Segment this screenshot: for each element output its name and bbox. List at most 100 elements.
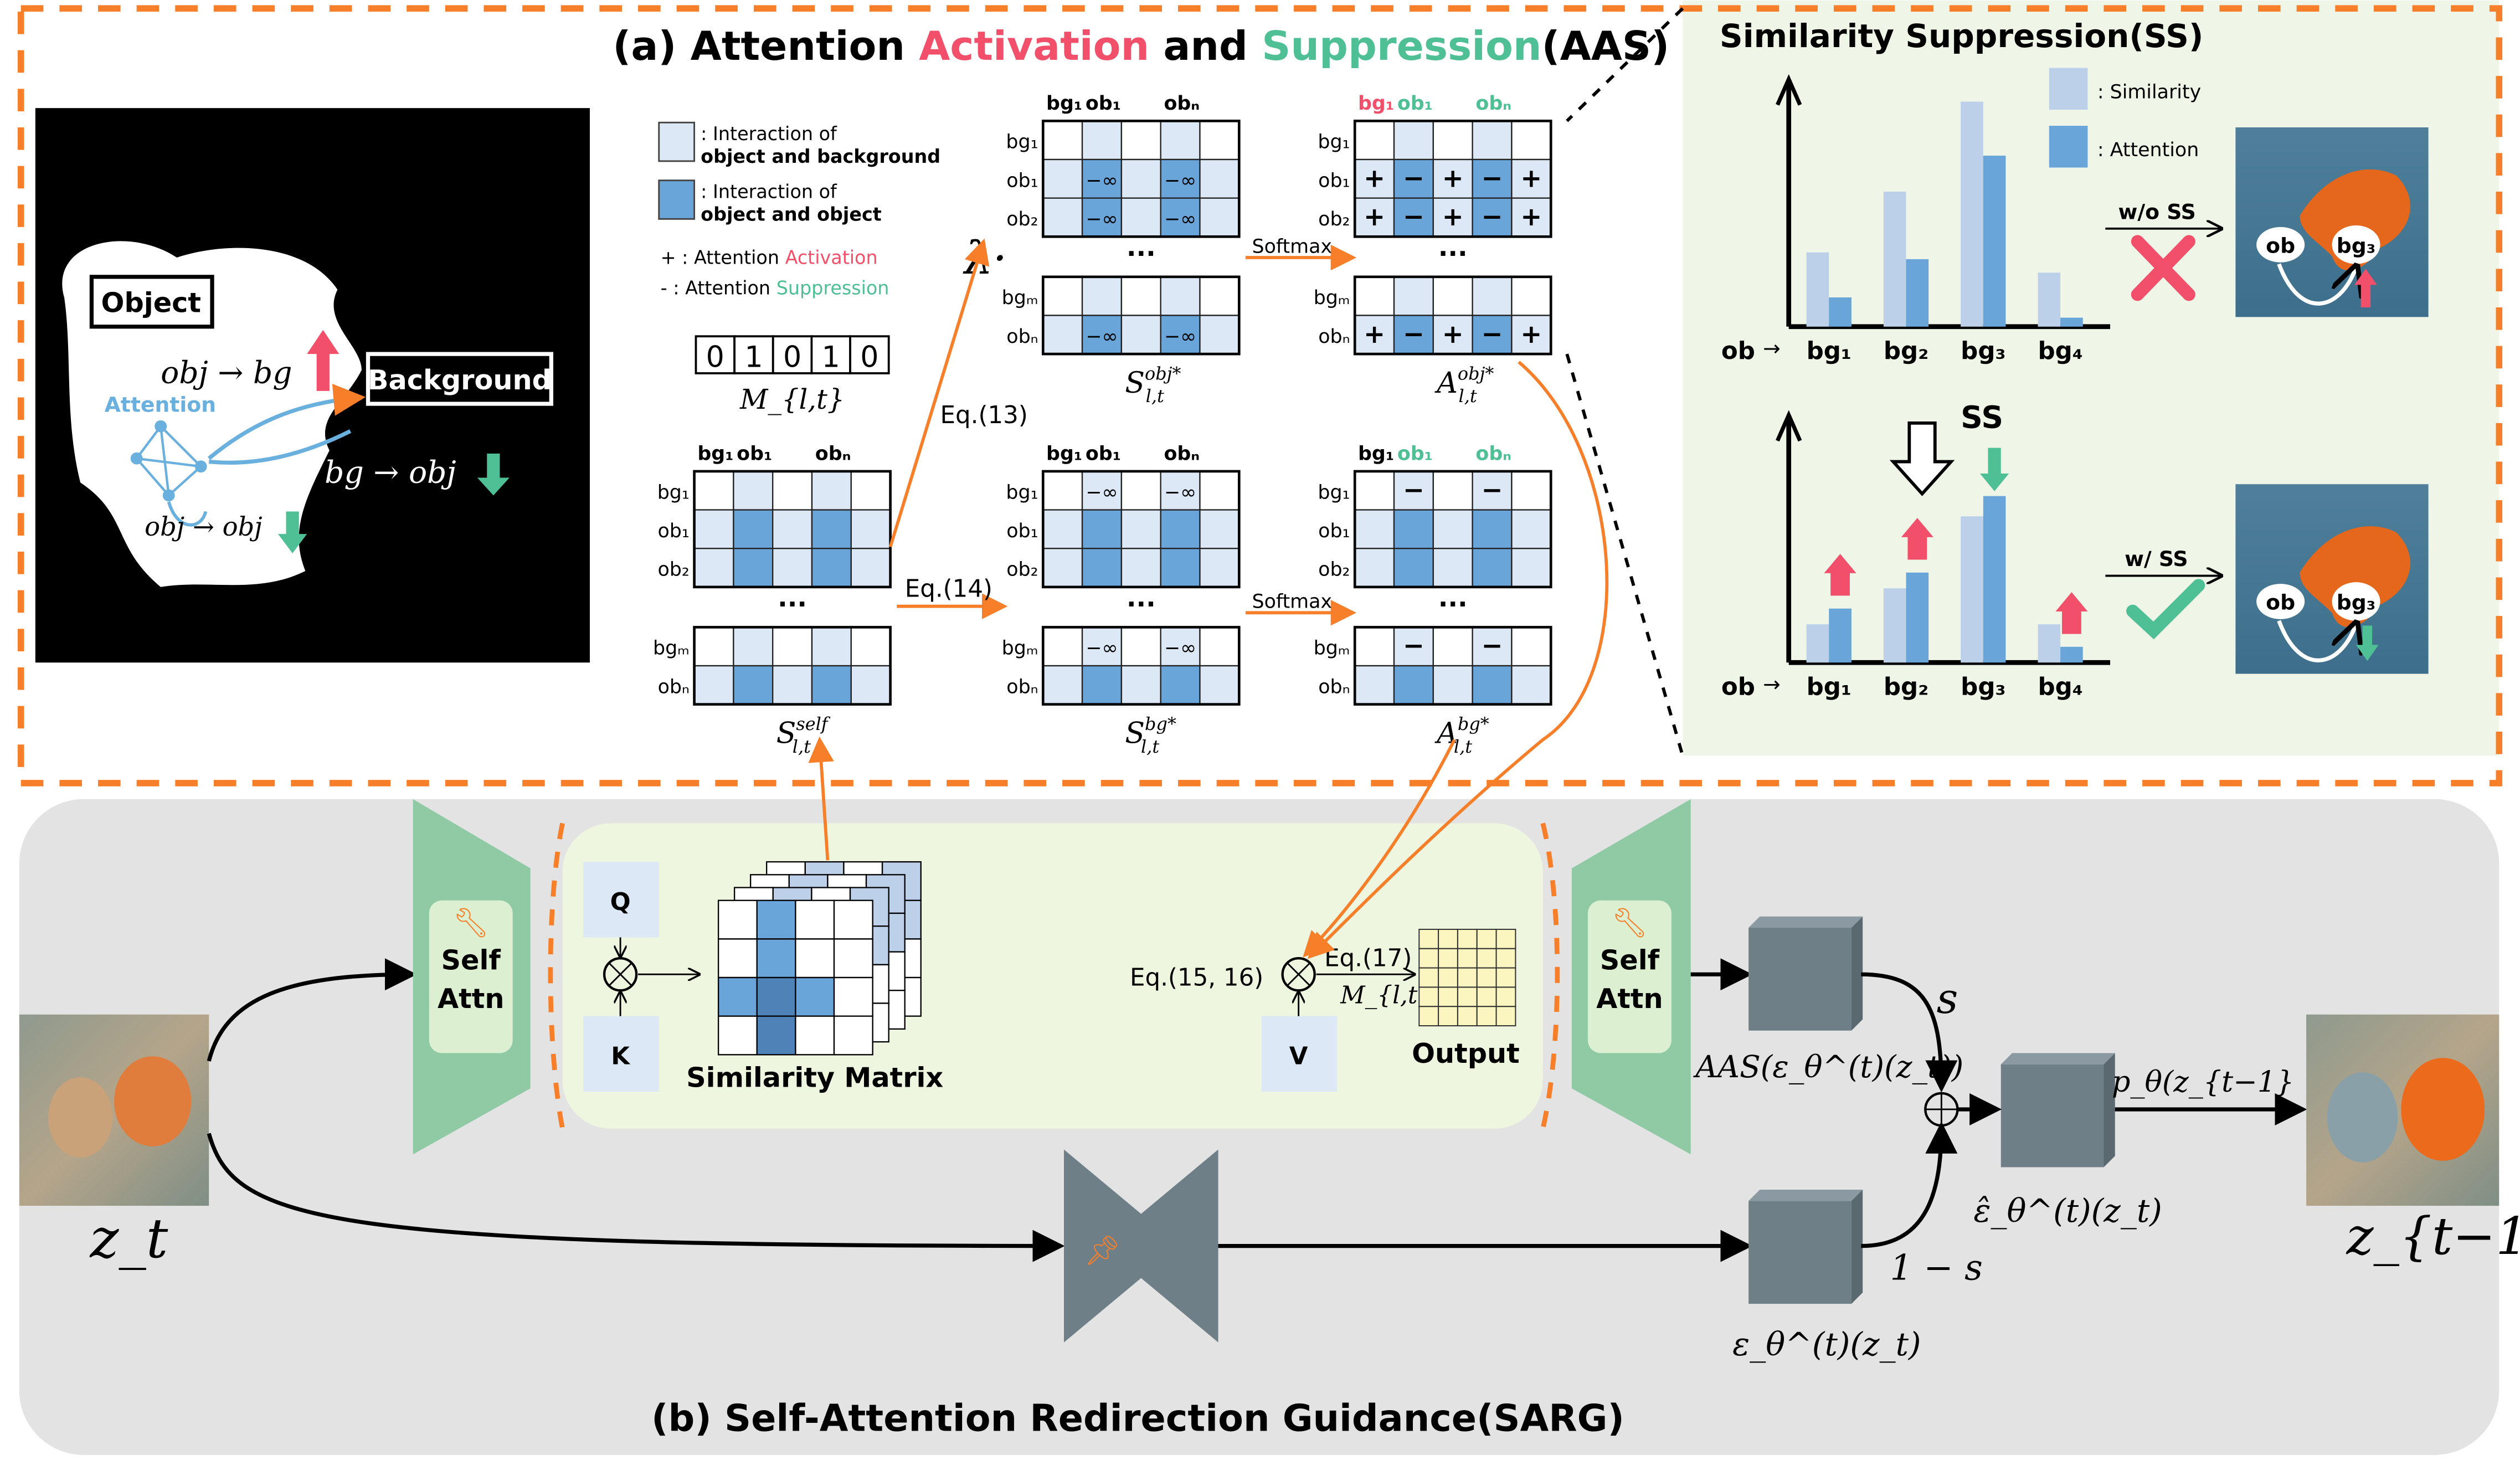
row-label: bg₁ (1006, 481, 1038, 503)
matrix-cell (1432, 548, 1473, 588)
matrix-cell (1160, 548, 1201, 588)
matrix-cell (1199, 626, 1240, 667)
similarity-cell (795, 938, 835, 979)
s-label: s (1937, 974, 1958, 1023)
matrix-cell (1199, 197, 1240, 238)
matrix-cell (1511, 548, 1552, 588)
matrix-cell (811, 548, 852, 588)
column-label: obₙ (815, 443, 851, 465)
matrix-cell (1393, 509, 1434, 549)
matrix-cell (1199, 470, 1240, 511)
column-label: ob₁ (737, 443, 772, 465)
mask-vector: 01010 (695, 335, 890, 374)
matrix-cell (1432, 509, 1473, 549)
matrix-label: Sbg* l,t (1125, 713, 1176, 757)
ss-label: SS (1961, 400, 2003, 436)
matrix-cell (1511, 470, 1552, 511)
ellipsis: ··· (1127, 239, 1156, 269)
matrix-cell (1199, 509, 1240, 549)
matrix-cell (1042, 315, 1083, 355)
bg-label: bg₃ (1961, 673, 2005, 701)
output-cell (1438, 967, 1458, 988)
matrix-cell (1354, 548, 1395, 588)
legend-light-line1: : Interaction of (701, 123, 837, 145)
output-cell (1495, 928, 1516, 949)
matrix-cell (1042, 120, 1083, 161)
cell-marker: − (1482, 163, 1503, 193)
self-attn-label-right-1: Self (1600, 944, 1660, 976)
matrix-cell (1120, 120, 1161, 161)
bg-label: bg₁ (1807, 673, 1852, 701)
matrix-cell (1354, 470, 1395, 511)
matrix-cell (1511, 665, 1552, 705)
row-label: ob₁ (1006, 169, 1038, 192)
matrix-label: Abg* l,t (1434, 713, 1489, 757)
row-label: ob₁ (658, 520, 690, 542)
matrix-cell (1511, 120, 1552, 161)
output-cell (1476, 1006, 1497, 1027)
column-label: obₙ (1164, 443, 1200, 465)
similarity-cell (795, 899, 835, 940)
matrix-cell (693, 470, 734, 511)
row-label: bgₘ (1314, 287, 1350, 309)
matrix-cell (1081, 665, 1123, 705)
matrix-cell (1354, 626, 1395, 667)
bg3-label: bg₃ (2337, 590, 2376, 615)
matrix-cell (1432, 626, 1473, 667)
row-label: bgₘ (1002, 637, 1038, 660)
cell-marker: − (1403, 631, 1424, 661)
cell-marker: −∞ (1086, 637, 1118, 660)
matrix-cell (1081, 276, 1123, 316)
matrix-cell (772, 470, 813, 511)
row-label: ob₂ (1006, 559, 1038, 581)
output-cell (1438, 986, 1458, 1007)
matrix-cell (1511, 626, 1552, 667)
matrix-cell (1120, 548, 1161, 588)
matrix-cell (850, 548, 891, 588)
eq17-label: Eq.(17) (1324, 945, 1412, 973)
similarity-cell (795, 1015, 835, 1056)
matrix-cell (811, 626, 852, 667)
column-label: obₙ (1475, 92, 1511, 115)
legend-dark-line1: : Interaction of (701, 181, 837, 203)
matrix-cell (1160, 509, 1201, 549)
matrix-a-obj: bg₁+ − + − +ob₁+ − + − +ob₂bgₘ+ − + − +obₙbg₁ ob₁ obₙ·… (1314, 92, 1552, 407)
cell-marker: + (1364, 319, 1385, 349)
attention-bar (1983, 156, 2006, 327)
matrix-cell (1472, 548, 1513, 588)
matrix-cell (1472, 665, 1513, 705)
matrix-cell (1160, 665, 1201, 705)
matrix-label: Sobj* l,t (1125, 363, 1181, 407)
matrix-cell (1511, 509, 1552, 549)
output-cell (1457, 1006, 1478, 1027)
output-cell (1476, 948, 1497, 969)
w-ss-label: w/ SS (2125, 547, 2188, 571)
matrix-cell (850, 509, 891, 549)
plus-circle-icon (1924, 1092, 1959, 1127)
similarity-bar (1883, 588, 1906, 663)
matrix-cell (1042, 665, 1083, 705)
mask-value: 0 (706, 341, 724, 374)
zt-minus-1-image (2306, 1014, 2500, 1206)
matrix-label: Sself l,t (776, 713, 831, 757)
matrix-cell (1199, 158, 1240, 199)
cell-marker: + (1364, 163, 1385, 193)
glove-image-without-ss: ob bg₃ (2235, 127, 2429, 317)
matrix-cell (850, 665, 891, 705)
panel-a-title: (a) Attention Activation and Suppression… (613, 23, 1669, 70)
legend-minus: - : Attention Suppression (661, 277, 889, 299)
eps-noise-cube (1748, 1190, 1863, 1304)
matrix-cell (733, 548, 774, 588)
matrix-cell (1120, 276, 1161, 316)
matrix-cell (733, 509, 774, 549)
column-label: ob₁ (1086, 443, 1121, 465)
cell-marker: −∞ (1164, 481, 1196, 503)
bg-label: bg₄ (2038, 673, 2082, 701)
matrix-cell (1120, 197, 1161, 238)
object-label: Object (101, 287, 201, 319)
matrix-s-self: bg₁ob₁ob₂bgₘobₙbg₁ ob₁ obₙ···Sself l,t (653, 443, 892, 757)
cell-marker: −∞ (1164, 169, 1196, 192)
matrix-cell (1081, 548, 1123, 588)
aas-eps-label: AAS(ε_θ^(t)(z_t)) (1693, 1050, 1963, 1085)
bg-label: bg₃ (1961, 337, 2005, 365)
